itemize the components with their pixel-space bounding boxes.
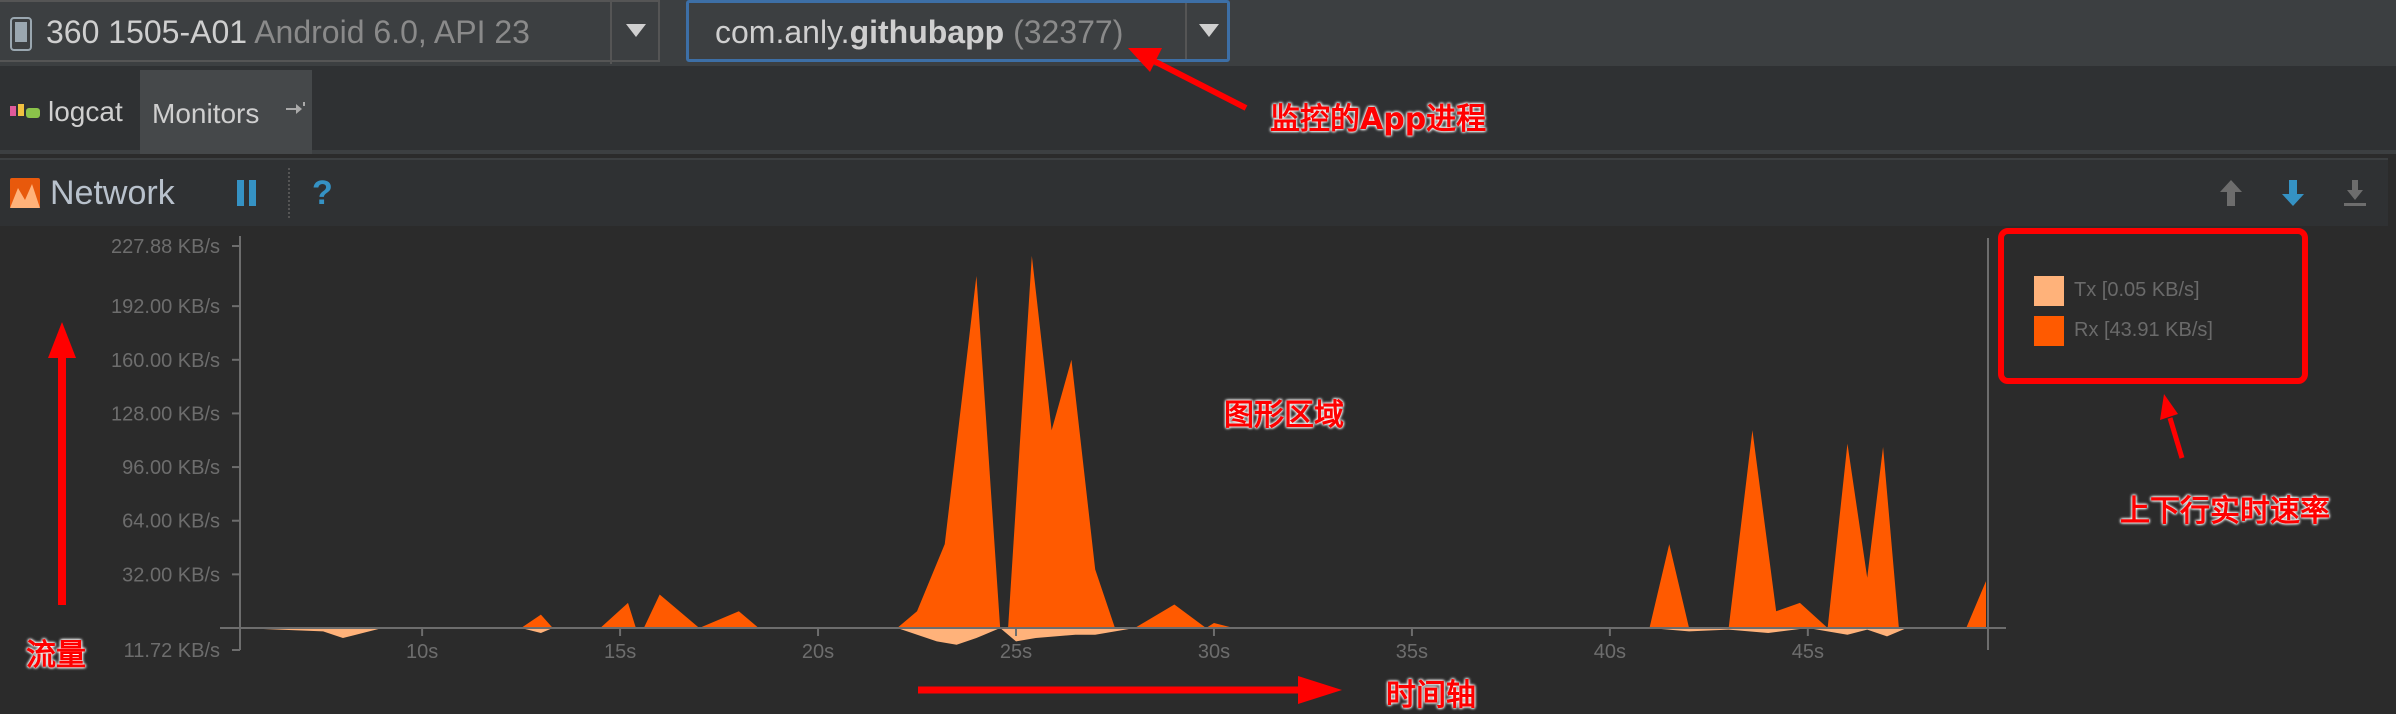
process-annotation: 监控的App进程 <box>1270 102 1487 137</box>
process-annotation-arrow <box>1128 48 1248 111</box>
rates-annotation-arrow <box>2160 394 2185 459</box>
annotation-arrows <box>48 48 2185 704</box>
time-axis-annotation: 时间轴 <box>1386 678 1476 713</box>
traffic-annotation: 流量 <box>26 638 86 673</box>
traffic-annotation-arrow <box>48 322 76 605</box>
chart-area-annotation: 图形区域 <box>1224 398 1344 433</box>
rates-annotation: 上下行实时速率 <box>2120 494 2330 529</box>
time-axis-annotation-arrow <box>918 676 1342 704</box>
